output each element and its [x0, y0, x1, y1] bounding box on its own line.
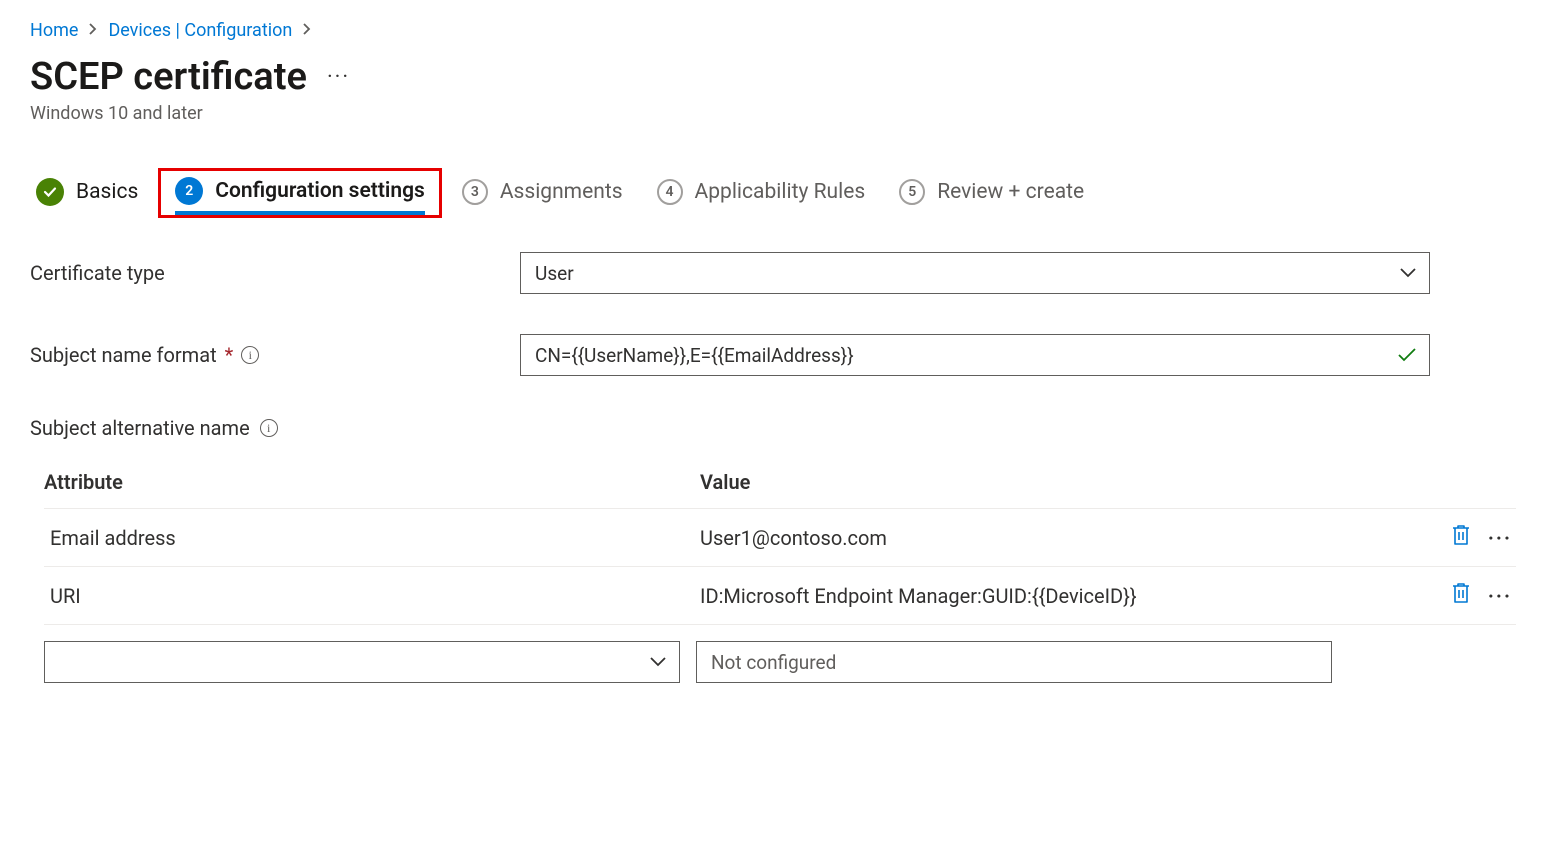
step-number-icon: 5: [899, 179, 925, 205]
page-title: SCEP certificate: [30, 55, 307, 99]
wizard-step-label: Applicability Rules: [695, 180, 866, 204]
san-header-attribute: Attribute: [44, 470, 700, 494]
san-header-value: Value: [700, 470, 1516, 494]
cert-type-label: Certificate type: [30, 261, 520, 285]
table-row: URI ID:Microsoft Endpoint Manager:GUID:{…: [44, 567, 1516, 625]
san-table-header: Attribute Value: [44, 460, 1516, 509]
san-value-placeholder: Not configured: [711, 651, 836, 674]
san-add-row: Not configured: [44, 625, 1516, 699]
chevron-right-icon: [88, 23, 98, 39]
wizard-step-applicability-rules[interactable]: 4 Applicability Rules: [657, 179, 866, 213]
info-icon[interactable]: i: [260, 419, 278, 437]
delete-icon[interactable]: [1450, 523, 1472, 552]
step-number-icon: 4: [657, 179, 683, 205]
san-value-input[interactable]: Not configured: [696, 641, 1332, 683]
san-attribute-select[interactable]: [44, 641, 680, 683]
wizard-step-config-settings[interactable]: 2 Configuration settings: [175, 177, 425, 215]
wizard-step-label: Assignments: [500, 180, 623, 204]
more-actions-button[interactable]: ···: [327, 65, 350, 90]
highlight-annotation: 2 Configuration settings: [158, 168, 442, 218]
check-icon: [36, 178, 64, 206]
page-subtitle: Windows 10 and later: [30, 103, 1530, 124]
wizard-steps: Basics 2 Configuration settings 3 Assign…: [30, 174, 1530, 218]
wizard-step-label: Configuration settings: [215, 179, 425, 203]
san-section-label: Subject alternative name i: [30, 416, 1530, 440]
info-icon[interactable]: i: [241, 346, 259, 364]
san-table: Attribute Value Email address User1@cont…: [30, 460, 1530, 699]
subject-name-value: CN={{UserName}},E={{EmailAddress}}: [535, 344, 854, 367]
san-row-value: User1@contoso.com: [700, 526, 1450, 550]
row-more-actions[interactable]: ···: [1488, 526, 1512, 550]
chevron-down-icon: [1399, 267, 1417, 279]
wizard-step-assignments[interactable]: 3 Assignments: [462, 179, 623, 213]
subject-name-input[interactable]: CN={{UserName}},E={{EmailAddress}}: [520, 334, 1430, 376]
cert-type-value: User: [535, 262, 574, 285]
breadcrumb-devices-config[interactable]: Devices | Configuration: [108, 20, 292, 41]
chevron-right-icon: [302, 23, 312, 39]
step-number-icon: 3: [462, 179, 488, 205]
wizard-step-review-create[interactable]: 5 Review + create: [899, 179, 1084, 213]
row-more-actions[interactable]: ···: [1488, 584, 1512, 608]
table-row: Email address User1@contoso.com ···: [44, 509, 1516, 567]
chevron-down-icon: [649, 656, 667, 668]
wizard-step-label: Review + create: [937, 180, 1084, 204]
cert-type-select[interactable]: User: [520, 252, 1430, 294]
step-number-icon: 2: [175, 177, 203, 205]
san-row-attribute: Email address: [44, 526, 700, 550]
wizard-step-label: Basics: [76, 180, 138, 204]
san-row-attribute: URI: [44, 584, 700, 608]
san-row-value: ID:Microsoft Endpoint Manager:GUID:{{Dev…: [700, 584, 1450, 608]
wizard-step-basics[interactable]: Basics: [36, 178, 138, 214]
delete-icon[interactable]: [1450, 581, 1472, 610]
subject-name-label: Subject name format * i: [30, 343, 520, 367]
breadcrumb-home[interactable]: Home: [30, 20, 78, 41]
breadcrumb: Home Devices | Configuration: [30, 20, 1530, 41]
required-asterisk: *: [225, 343, 234, 367]
check-icon: [1397, 347, 1417, 363]
